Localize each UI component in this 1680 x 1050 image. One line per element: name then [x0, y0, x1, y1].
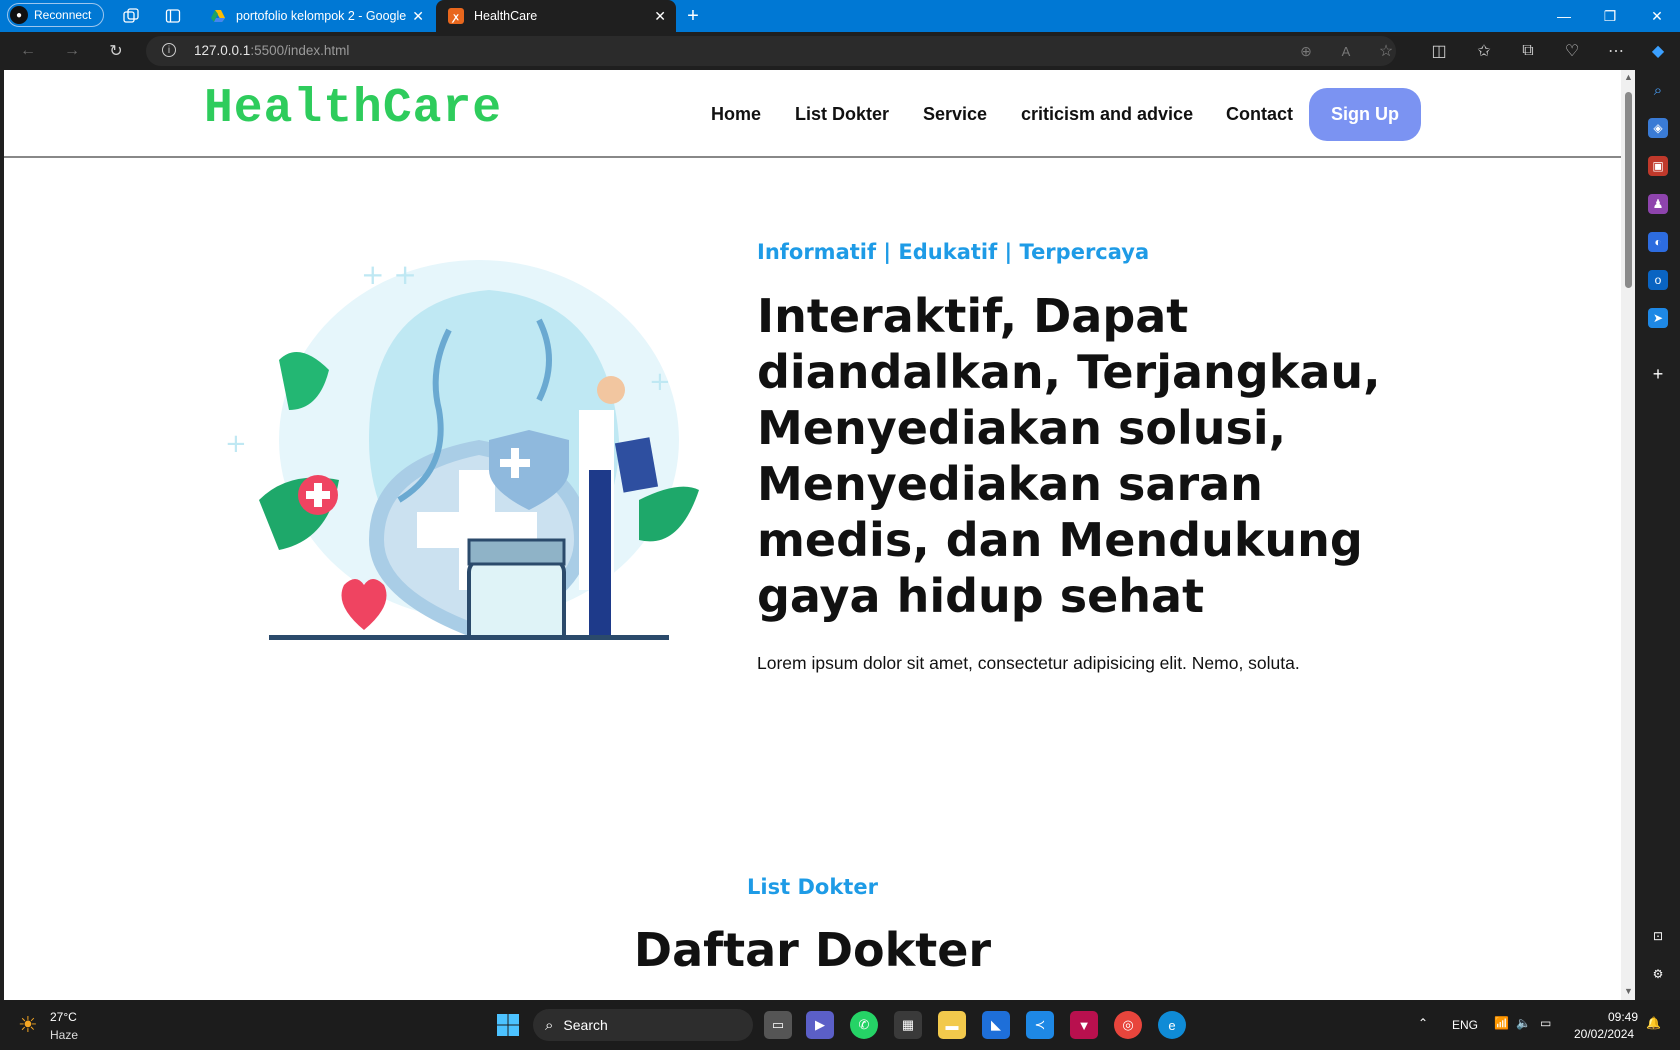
browser-title-bar: ● Reconnect portofolio kelompok 2 - Goog… — [0, 0, 1680, 32]
app-red-icon[interactable]: ▼ — [1070, 1011, 1098, 1039]
favorites-icon[interactable]: ✩ — [1474, 41, 1494, 61]
file-explorer-icon[interactable]: ▬ — [938, 1011, 966, 1039]
refresh-icon[interactable]: ↻ — [106, 41, 126, 61]
nav-criticism-advice[interactable]: criticism and advice — [1021, 104, 1193, 125]
site-logo[interactable]: HealthCare — [204, 82, 502, 136]
battery-icon[interactable]: ▭ — [1540, 1016, 1551, 1030]
microsoft-365-icon[interactable]: ◐ — [1648, 232, 1668, 252]
doctors-title: Daftar Dokter — [633, 923, 992, 977]
clock-date[interactable]: 20/02/2024 — [1574, 1027, 1634, 1041]
tab-title: HealthCare — [474, 9, 538, 23]
close-window-icon[interactable]: ✕ — [1634, 0, 1680, 32]
windows-start-icon[interactable] — [494, 1011, 522, 1039]
tools-icon[interactable]: ▣ — [1648, 156, 1668, 176]
site-header: HealthCare Home List Dokter Service crit… — [4, 70, 1621, 158]
collections-icon[interactable]: ⧉ — [1518, 41, 1538, 61]
favorite-star-icon[interactable]: ☆ — [1376, 41, 1396, 61]
site-info-icon[interactable]: i — [162, 43, 176, 57]
show-hidden-icons[interactable]: ⌃ — [1418, 1016, 1428, 1030]
zoom-icon[interactable]: ⊕ — [1296, 41, 1316, 61]
google-drive-icon — [210, 8, 226, 24]
browser-essentials-icon[interactable]: ♡ — [1562, 41, 1582, 61]
sign-up-button[interactable]: Sign Up — [1309, 88, 1421, 141]
nav-service[interactable]: Service — [923, 104, 987, 125]
shopping-icon[interactable]: ◈ — [1648, 118, 1668, 138]
app-icon[interactable]: ◣ — [982, 1011, 1010, 1039]
settings-more-icon[interactable]: ⋯ — [1606, 41, 1626, 61]
taskbar-search-box[interactable]: ⌕ Search — [533, 1009, 753, 1041]
address-bar[interactable]: i 127.0.0.1:5500/index.html ⊕ A ☆ — [146, 36, 1396, 66]
wifi-icon[interactable]: 📶 — [1494, 1016, 1509, 1030]
scroll-up-arrow[interactable]: ▲ — [1624, 72, 1633, 82]
restore-icon[interactable]: ❐ — [1587, 0, 1633, 32]
outlook-icon[interactable]: o — [1648, 270, 1668, 290]
tab-actions-icon[interactable] — [164, 7, 182, 25]
weather-temp[interactable]: 27°C — [50, 1010, 77, 1024]
reconnect-button[interactable]: ● Reconnect — [7, 3, 104, 27]
svg-text:+: + — [649, 367, 671, 397]
scrollbar-thumb[interactable] — [1625, 92, 1632, 288]
edge-sidebar: ⌕ ◈ ▣ ♟ ◐ o ➤ + ⊡ ⚙ — [1636, 70, 1680, 1000]
weather-desc[interactable]: Haze — [50, 1028, 78, 1042]
nav-contact[interactable]: Contact — [1226, 104, 1293, 125]
windows-taskbar: ☀ 27°C Haze ⌕ Search ▭ ▶ ✆ ▦ ▬ ◣ ≺ ▼ ◎ e… — [0, 1000, 1680, 1050]
hero-title: Interaktif, Dapat diandalkan, Terjangkau… — [757, 289, 1381, 623]
hero-eyebrow: Informatif | Edukatif | Terpercaya — [757, 240, 1150, 264]
scroll-down-arrow[interactable]: ▼ — [1624, 986, 1633, 996]
task-view-icon[interactable]: ▭ — [764, 1011, 792, 1039]
tab-portofolio[interactable]: portofolio kelompok 2 - Google ✕ — [198, 0, 434, 32]
whatsapp-icon[interactable]: ✆ — [850, 1011, 878, 1039]
browser-toolbar: ← → ↻ i 127.0.0.1:5500/index.html ⊕ A ☆ … — [0, 32, 1680, 70]
url-path: :5500/index.html — [250, 43, 350, 58]
nav-list-dokter[interactable]: List Dokter — [795, 104, 889, 125]
workspaces-icon[interactable] — [122, 7, 140, 25]
copilot-icon[interactable]: ◆ — [1648, 41, 1668, 61]
weather-icon[interactable]: ☀ — [18, 1012, 38, 1038]
hero-text: Lorem ipsum dolor sit amet, consectetur … — [757, 653, 1300, 673]
clock-time[interactable]: 09:49 — [1608, 1010, 1638, 1024]
microsoft-store-icon[interactable]: ▦ — [894, 1011, 922, 1039]
tab-title: portofolio kelompok 2 - Google — [236, 9, 407, 23]
xampp-icon: ꭗ — [448, 8, 464, 24]
read-aloud-icon[interactable]: A — [1336, 41, 1356, 61]
nav-home[interactable]: Home — [711, 104, 761, 125]
web-page: HealthCare Home List Dokter Service crit… — [4, 70, 1621, 1000]
close-tab-icon[interactable]: ✕ — [412, 8, 424, 25]
url-host: 127.0.0.1 — [194, 43, 251, 58]
tab-healthcare[interactable]: ꭗ HealthCare ✕ — [436, 0, 676, 32]
close-tab-icon[interactable]: ✕ — [654, 8, 666, 25]
search-label: Search — [563, 1017, 608, 1033]
screenshot-icon[interactable]: ⊡ — [1648, 926, 1668, 946]
svg-text:+ +: + + — [361, 258, 417, 291]
forward-icon[interactable]: → — [62, 41, 82, 61]
chrome-icon[interactable]: ◎ — [1114, 1011, 1142, 1039]
search-icon: ⌕ — [545, 1016, 554, 1034]
svg-text:+: + — [225, 429, 247, 459]
games-icon[interactable]: ♟ — [1648, 194, 1668, 214]
volume-icon[interactable]: 🔈 — [1516, 1016, 1531, 1030]
add-sidebar-app-icon[interactable]: + — [1648, 364, 1668, 384]
url-text: 127.0.0.1:5500/index.html — [194, 43, 349, 58]
new-tab-icon[interactable]: + — [684, 5, 702, 27]
language-indicator[interactable]: ENG — [1452, 1018, 1478, 1032]
search-icon[interactable]: ⌕ — [1648, 80, 1668, 100]
back-icon[interactable]: ← — [18, 41, 38, 61]
drop-icon[interactable]: ➤ — [1648, 308, 1668, 328]
split-screen-icon[interactable]: ◫ — [1429, 41, 1449, 61]
profile-icon: ● — [10, 6, 28, 24]
vscode-icon[interactable]: ≺ — [1026, 1011, 1054, 1039]
sidebar-settings-icon[interactable]: ⚙ — [1648, 964, 1668, 984]
edge-icon[interactable]: e — [1158, 1011, 1186, 1039]
teams-icon[interactable]: ▶ — [806, 1011, 834, 1039]
reconnect-label: Reconnect — [34, 8, 92, 22]
page-scrollbar[interactable]: ▲ ▼ — [1621, 70, 1635, 1000]
notifications-icon[interactable]: 🔔 — [1646, 1016, 1661, 1030]
doctors-eyebrow: List Dokter — [747, 875, 878, 899]
minimize-icon[interactable]: — — [1541, 0, 1587, 32]
healthcare-illustration: + + + + — [219, 240, 739, 682]
